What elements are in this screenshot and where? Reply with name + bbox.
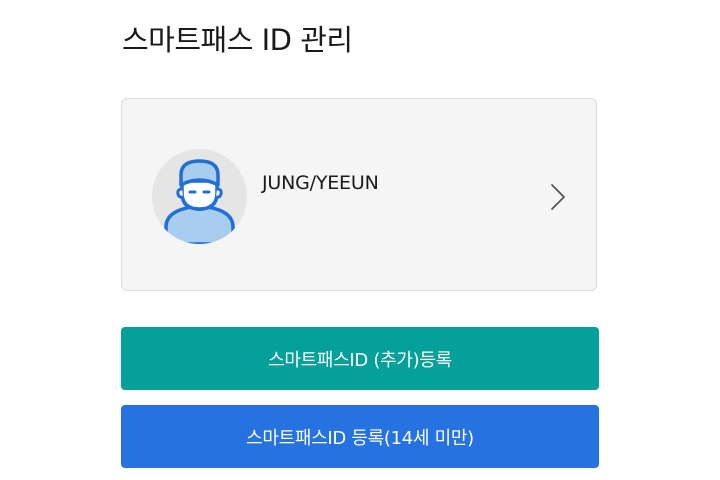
person-avatar-icon bbox=[164, 159, 235, 244]
avatar bbox=[152, 149, 247, 244]
profile-card[interactable]: JUNG/YEEUN bbox=[121, 98, 597, 291]
add-smartpass-id-button[interactable]: 스마트패스ID (추가)등록 bbox=[121, 327, 599, 390]
smartpass-id-management-page: 스마트패스 ID 관리 JUNG/YEEUN 스마트패스ID (추가)등록 스마… bbox=[0, 0, 720, 480]
profile-name: JUNG/YEEUN bbox=[262, 172, 379, 194]
page-title: 스마트패스 ID 관리 bbox=[122, 23, 353, 57]
chevron-right-icon[interactable] bbox=[548, 183, 568, 211]
register-under-14-button[interactable]: 스마트패스ID 등록(14세 미만) bbox=[121, 405, 599, 468]
